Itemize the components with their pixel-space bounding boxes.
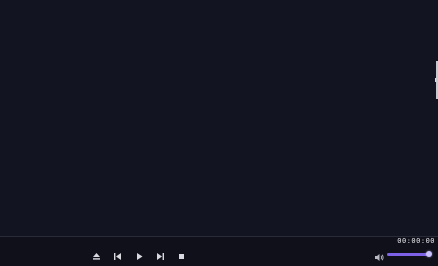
- volume-button[interactable]: [373, 250, 385, 262]
- eject-icon: [92, 252, 101, 261]
- time-display: 00:00:00: [397, 237, 435, 245]
- eject-button[interactable]: [90, 250, 102, 262]
- skip-previous-icon: [113, 252, 122, 261]
- next-button[interactable]: [154, 250, 166, 262]
- play-button[interactable]: [133, 250, 145, 262]
- volume-slider-handle[interactable]: [426, 251, 432, 257]
- volume-level-fill: [387, 253, 429, 256]
- stop-icon: [177, 252, 186, 261]
- control-bar: 00:00:00: [0, 237, 438, 266]
- play-icon: [135, 252, 144, 261]
- skip-next-icon: [156, 252, 165, 261]
- previous-button[interactable]: [111, 250, 123, 262]
- speaker-icon: [374, 247, 384, 266]
- volume-slider[interactable]: [387, 253, 429, 256]
- video-canvas[interactable]: [0, 0, 438, 236]
- stop-button[interactable]: [175, 250, 187, 262]
- media-player-window: 00:00:00: [0, 0, 438, 266]
